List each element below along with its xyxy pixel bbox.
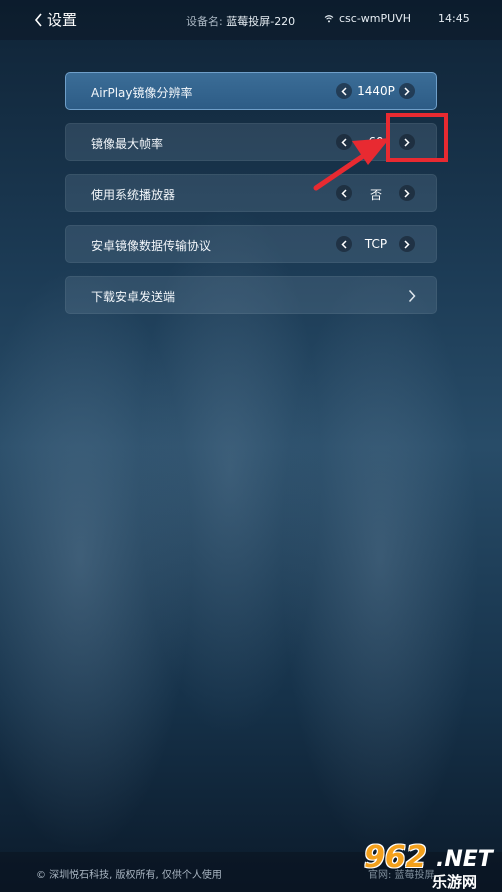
copyright-text: © 深圳悦石科技, 版权所有, 仅供个人使用 [36, 870, 222, 881]
watermark-number: 962 [364, 840, 427, 875]
watermark-logo: 962 .NET 乐游网 [362, 840, 498, 891]
annotation-highlight-box [386, 113, 448, 162]
watermark-suffix: .NET [436, 847, 493, 872]
watermark-chinese: 乐游网 [432, 873, 478, 891]
